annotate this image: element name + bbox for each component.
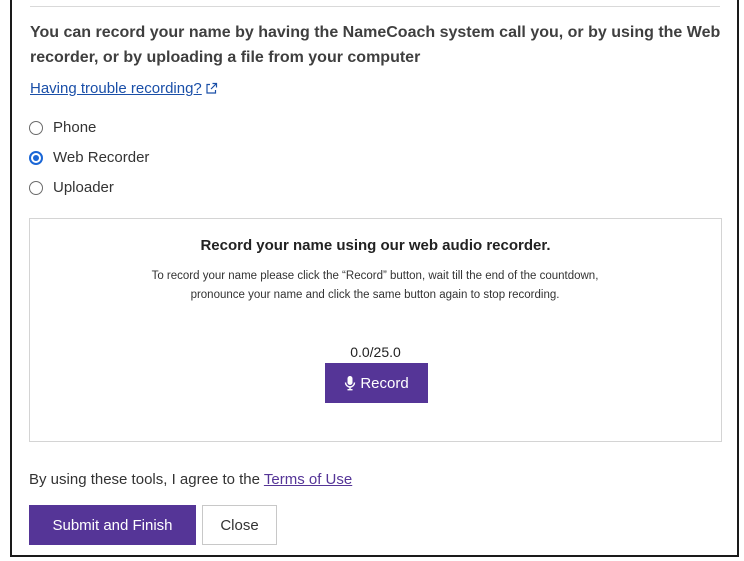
- microphone-icon: [345, 376, 356, 391]
- radio-label-phone: Phone: [53, 119, 97, 136]
- recorder-instructions: To record your name please click the “Re…: [151, 270, 599, 301]
- radio-uploader[interactable]: Uploader: [29, 179, 114, 196]
- external-link-icon: [206, 82, 217, 94]
- intro-text: You can record your name by having the N…: [30, 24, 721, 66]
- radio-label-web-recorder: Web Recorder: [53, 149, 150, 166]
- radio-phone[interactable]: Phone: [29, 119, 96, 136]
- submit-and-finish-button[interactable]: Submit and Finish: [29, 505, 196, 545]
- record-button[interactable]: Record: [325, 363, 428, 403]
- close-button[interactable]: Close: [202, 505, 277, 545]
- recording-timer: 0.0/25.0: [350, 344, 401, 360]
- terms-of-use-link[interactable]: Terms of Use: [264, 471, 352, 488]
- radio-button-web-recorder[interactable]: [29, 150, 43, 165]
- web-recorder-panel: Record your name using our web audio rec…: [29, 218, 722, 442]
- top-divider: [30, 6, 720, 7]
- radio-label-uploader: Uploader: [53, 179, 114, 196]
- having-trouble-label: Having trouble recording?: [30, 80, 202, 97]
- record-button-label: Record: [360, 374, 409, 392]
- radio-web-recorder[interactable]: Web Recorder: [29, 149, 149, 166]
- radio-button-phone[interactable]: [29, 120, 43, 135]
- recorder-title: Record your name using our web audio rec…: [200, 237, 551, 254]
- radio-button-uploader[interactable]: [29, 180, 43, 195]
- having-trouble-link[interactable]: Having trouble recording?: [30, 80, 218, 97]
- agree-text: By using these tools, I agree to the: [29, 471, 264, 488]
- terms-agreement: By using these tools, I agree to the Ter…: [29, 471, 352, 488]
